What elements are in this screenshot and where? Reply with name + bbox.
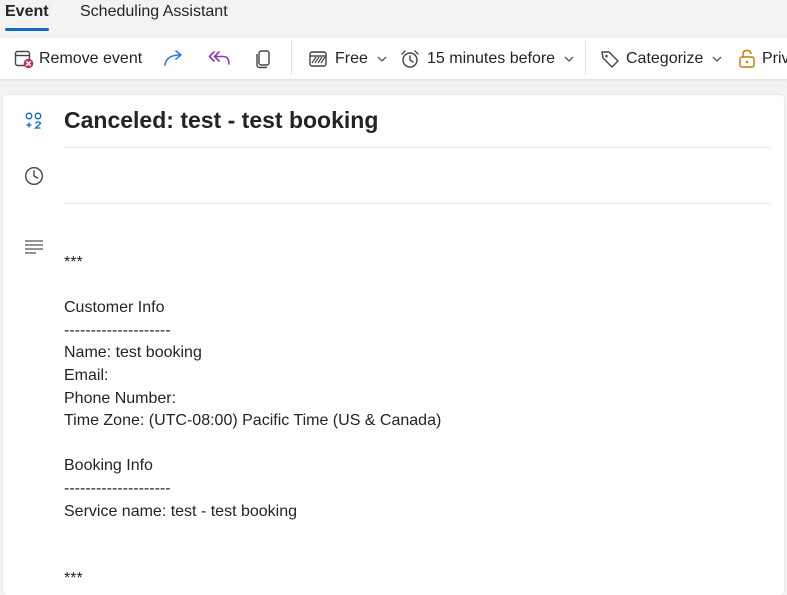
body-line: Time Zone: (UTC-08:00) Pacific Time (US … [64,412,442,430]
chevron-down-icon [712,56,722,62]
clock-icon [24,166,44,191]
body-line [64,433,441,456]
body-line: *** [64,570,83,588]
tab-event[interactable]: Event [5,3,49,31]
private-label: Private [762,49,787,67]
remove-calendar-icon [14,49,34,69]
divider [64,147,771,148]
alarm-clock-icon [400,49,420,69]
copy-button[interactable] [255,38,273,79]
body-line: Service name: test - test booking [64,502,297,520]
copy-icon [255,49,273,69]
title-field-icon [24,111,44,136]
remove-event-button[interactable]: Remove event [14,38,142,79]
body-line: -------------------- [64,321,171,339]
private-button[interactable]: Private [738,38,787,79]
categorize-label: Categorize [626,49,704,67]
forward-button[interactable] [163,38,185,79]
toolbar-divider [585,41,586,75]
body-line: Booking Info [64,457,153,475]
body-line [64,523,441,546]
body-line: *** [64,254,83,271]
event-description[interactable]: *** Customer Info -------------------- N… [64,252,441,591]
reminder-dropdown[interactable]: 15 minutes before [400,38,574,79]
text-description-icon [24,239,44,260]
busy-status-icon [309,50,327,68]
show-as-dropdown[interactable]: Free [309,38,387,79]
tag-icon [600,49,620,69]
body-line: Email: [64,366,109,384]
ribbon-tabs: Event Scheduling Assistant [0,0,787,32]
toolbar-divider [291,41,292,75]
tab-scheduling-assistant[interactable]: Scheduling Assistant [80,3,228,21]
body-line [64,546,441,569]
show-as-value: Free [335,49,368,67]
lock-icon [738,49,756,69]
body-line: -------------------- [64,479,171,497]
reply-all-icon [208,49,232,69]
divider [64,203,771,204]
chevron-down-icon [564,56,574,62]
event-details-card: Canceled: test - test booking *** Custom… [3,95,784,595]
chevron-down-icon [377,56,387,62]
body-line: Phone Number: [64,389,177,407]
body-line: Name: test booking [64,344,202,362]
categorize-dropdown[interactable]: Categorize [600,38,722,79]
reminder-value: 15 minutes before [427,49,556,67]
remove-event-label: Remove event [39,49,143,67]
toolbar: Remove event Free 15 minutes before Cate… [0,38,787,80]
reply-all-button[interactable] [208,38,232,79]
event-title[interactable]: Canceled: test - test booking [64,107,378,134]
forward-arrow-icon [163,49,185,69]
body-line: Customer Info [64,299,165,317]
body-line [64,275,441,298]
